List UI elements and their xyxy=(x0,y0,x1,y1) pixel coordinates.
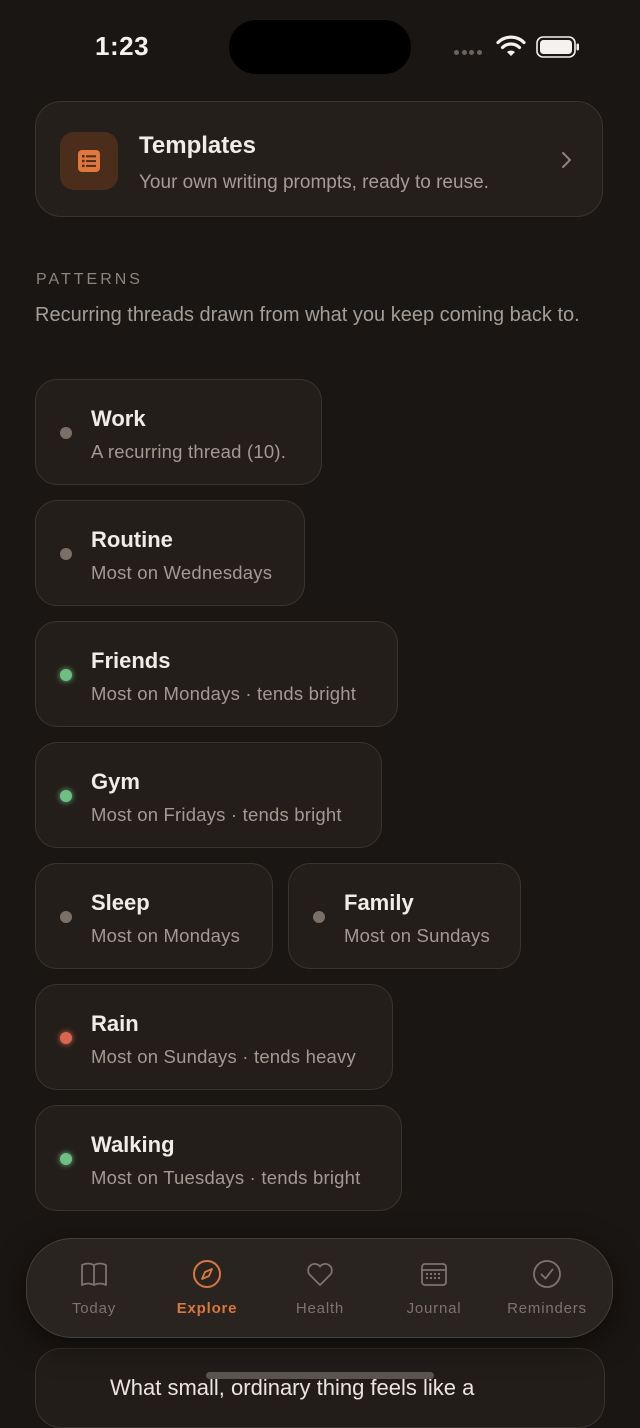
tab-today[interactable]: Today xyxy=(37,1239,151,1339)
status-dot xyxy=(60,427,72,439)
writing-prompt-card[interactable]: What small, ordinary thing feels like a xyxy=(35,1348,605,1428)
chevron-right-icon xyxy=(562,152,571,168)
templates-title: Templates xyxy=(139,132,256,159)
pattern-name: Routine xyxy=(91,527,173,552)
tab-journal[interactable]: Journal xyxy=(377,1239,491,1339)
patterns-description: Recurring threads drawn from what you ke… xyxy=(35,304,580,326)
status-dot xyxy=(60,548,72,560)
cellular-signal-icon xyxy=(454,50,488,58)
checkmark-circle-icon xyxy=(533,1260,561,1288)
pattern-detail: Most on Sundays xyxy=(344,925,490,946)
pattern-detail: Most on Tuesdays · tends bright xyxy=(91,1167,361,1188)
pattern-pill-sleep[interactable]: Sleep Most on Mondays xyxy=(35,863,273,969)
pattern-pill-gym[interactable]: Gym Most on Fridays · tends bright xyxy=(35,742,382,848)
pattern-name: Sleep xyxy=(91,890,150,915)
pattern-name: Family xyxy=(344,890,414,915)
pattern-name: Work xyxy=(91,406,146,431)
templates-card[interactable]: Templates Your own writing prompts, read… xyxy=(35,101,603,217)
pattern-pill-friends[interactable]: Friends Most on Mondays · tends bright xyxy=(35,621,398,727)
tab-reminders[interactable]: Reminders xyxy=(490,1239,604,1339)
pattern-pill-routine[interactable]: Routine Most on Wednesdays xyxy=(35,500,305,606)
list-icon xyxy=(60,132,118,190)
pattern-detail: Most on Wednesdays xyxy=(91,562,273,583)
pattern-pill-rain[interactable]: Rain Most on Sundays · tends heavy xyxy=(35,984,393,1090)
templates-subtitle: Your own writing prompts, ready to reuse… xyxy=(139,172,489,193)
status-dot xyxy=(60,1032,72,1044)
wifi-icon xyxy=(496,35,526,56)
tab-health[interactable]: Health xyxy=(263,1239,377,1339)
tab-label: Today xyxy=(71,1300,117,1317)
tab-label: Reminders xyxy=(507,1300,587,1317)
tab-label: Health xyxy=(295,1300,345,1317)
pattern-pill-work[interactable]: Work A recurring thread (10). xyxy=(35,379,322,485)
pattern-pill-walking[interactable]: Walking Most on Tuesdays · tends bright xyxy=(35,1105,402,1211)
status-time: 1:23 xyxy=(95,31,150,61)
status-bar: 1:23 xyxy=(0,0,640,96)
tab-label: Explore xyxy=(176,1300,238,1317)
pattern-name: Rain xyxy=(91,1011,139,1036)
status-dot xyxy=(313,911,325,923)
pattern-name: Gym xyxy=(91,769,140,794)
pattern-name: Walking xyxy=(91,1132,175,1157)
dynamic-island xyxy=(229,20,411,74)
compass-icon xyxy=(193,1260,221,1288)
pattern-detail: A recurring thread (10). xyxy=(91,441,287,462)
patterns-section-label: PATTERNS xyxy=(36,271,143,288)
pattern-detail: Most on Sundays · tends heavy xyxy=(91,1046,356,1067)
calendar-icon xyxy=(421,1263,447,1286)
status-dot xyxy=(60,911,72,923)
status-dot xyxy=(60,669,72,681)
pattern-detail: Most on Mondays xyxy=(91,925,241,946)
heart-icon xyxy=(307,1263,333,1286)
status-dot xyxy=(60,790,72,802)
status-dot xyxy=(60,1153,72,1165)
battery-icon xyxy=(536,36,579,58)
pattern-detail: Most on Mondays · tends bright xyxy=(91,683,357,704)
tab-label: Journal xyxy=(406,1300,462,1317)
pattern-detail: Most on Fridays · tends bright xyxy=(91,804,342,825)
home-indicator[interactable] xyxy=(206,1372,434,1379)
pattern-pill-family[interactable]: Family Most on Sundays xyxy=(288,863,521,969)
book-icon xyxy=(81,1262,107,1286)
tab-bar: Today Explore Health Journal Reminders xyxy=(26,1238,613,1338)
pattern-name: Friends xyxy=(91,648,171,673)
tab-explore[interactable]: Explore xyxy=(150,1239,264,1339)
